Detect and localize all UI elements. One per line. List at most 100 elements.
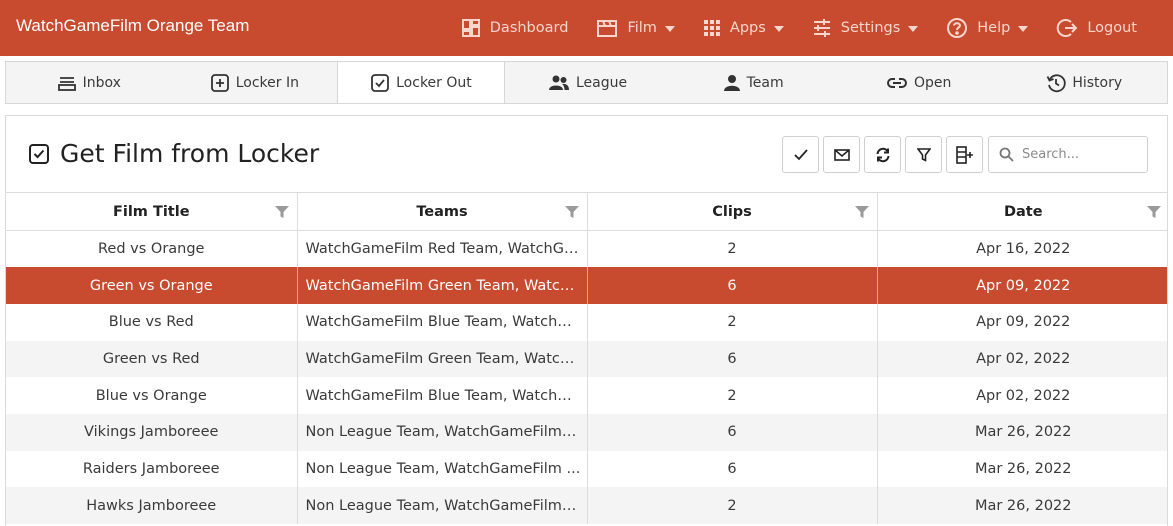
sliders-icon	[813, 19, 830, 37]
column-filter-icon[interactable]	[1147, 205, 1161, 219]
column-header-date[interactable]: Date	[877, 192, 1167, 231]
card-header: Get Film from Locker	[6, 116, 1167, 193]
table-row[interactable]: Red vs Orange WatchGameFilm Red Team, Wa…	[6, 230, 1167, 268]
nav-settings-label: Settings	[840, 20, 901, 36]
cell-date: Mar 26, 2022	[877, 487, 1167, 524]
cell-teams: Non League Team, WatchGameFilm R...	[297, 487, 588, 524]
table-row[interactable]: Raiders Jamboreee Non League Team, Watch…	[6, 450, 1167, 488]
table-row[interactable]: Blue vs Orange WatchGameFilm Blue Team, …	[6, 377, 1167, 414]
column-header-teams[interactable]: Teams	[297, 192, 588, 231]
column-filter-icon[interactable]	[564, 205, 579, 219]
logout-icon	[1057, 19, 1078, 37]
column-filter-icon[interactable]	[854, 205, 869, 219]
search-icon	[999, 147, 1014, 162]
table-row[interactable]: Vikings Jamboreee Non League Team, Watch…	[6, 413, 1167, 451]
check-square-icon	[29, 143, 49, 164]
filter-button[interactable]	[905, 136, 942, 173]
column-header-label: Clips	[712, 203, 752, 220]
filter-icon	[916, 147, 931, 162]
cell-film-title: Raiders Jamboreee	[6, 450, 298, 488]
tab-league-label: League	[575, 74, 628, 91]
app-title[interactable]: WatchGameFilm Orange Team	[16, 16, 249, 36]
tab-team[interactable]: Team	[670, 62, 836, 103]
locker-card: Get Film from Locker Search... Film Titl…	[5, 115, 1168, 526]
users-icon	[548, 75, 569, 90]
cell-film-title: Green vs Red	[6, 340, 298, 378]
tab-team-label: Team	[746, 74, 784, 91]
table-row[interactable]: Green vs Red WatchGameFilm Green Team, W…	[6, 340, 1167, 378]
chevron-down-icon	[664, 25, 675, 32]
cell-clips: 6	[587, 340, 878, 378]
cell-teams: WatchGameFilm Green Team, Watch...	[297, 340, 588, 378]
link-icon	[886, 77, 907, 88]
table-row[interactable]: Hawks Jamboreee Non League Team, WatchGa…	[6, 487, 1167, 524]
cell-clips: 6	[587, 413, 878, 451]
tab-locker-in-label: Locker In	[235, 74, 299, 91]
top-navbar: WatchGameFilm Orange Team Dashboard Film…	[0, 0, 1173, 56]
column-header-clips[interactable]: Clips	[587, 192, 878, 231]
refresh-button[interactable]	[864, 136, 901, 173]
page-title: Get Film from Locker	[28, 139, 319, 168]
tab-league[interactable]: League	[505, 62, 671, 103]
tab-inbox[interactable]: Inbox	[6, 62, 172, 103]
nav-dashboard-label: Dashboard	[489, 20, 569, 36]
toolbar	[782, 136, 1148, 173]
nav-logout[interactable]: Logout	[1042, 0, 1173, 56]
film-table: Film Title Teams Clips Date Red vs Orang…	[6, 192, 1167, 524]
cell-date: Mar 26, 2022	[877, 413, 1167, 451]
cell-date: Apr 02, 2022	[976, 387, 1071, 404]
column-header-label: Date	[1003, 203, 1043, 220]
cell-date: Apr 02, 2022	[877, 340, 1167, 378]
page-title-text: Get Film from Locker	[60, 139, 320, 168]
nav-help[interactable]: Help	[932, 0, 1042, 56]
table-row-selected[interactable]: Green vs Orange WatchGameFilm Green Team…	[6, 267, 1167, 304]
dashboard-icon	[461, 19, 480, 37]
check-square-icon	[371, 73, 390, 92]
cell-teams: WatchGameFilm Green Team, Watch...	[297, 267, 588, 304]
chevron-down-icon	[1018, 25, 1029, 32]
nav-settings[interactable]: Settings	[798, 0, 932, 56]
column-header-film-title[interactable]: Film Title	[6, 192, 298, 231]
email-button[interactable]	[823, 136, 860, 173]
cell-date: Apr 16, 2022	[976, 241, 1071, 258]
nav-apps[interactable]: Apps	[689, 0, 798, 56]
film-grid: Film Title Teams Clips Date Red vs Orang…	[6, 192, 1167, 524]
cell-date: Apr 09, 2022	[976, 314, 1071, 331]
tab-open[interactable]: Open	[836, 62, 1002, 103]
refresh-icon	[876, 147, 889, 162]
apps-grid-icon	[703, 20, 720, 36]
cell-clips: 2	[587, 230, 878, 268]
add-column-button[interactable]	[946, 136, 983, 173]
table-row[interactable]: Blue vs Red WatchGameFilm Blue Team, Wat…	[6, 303, 1167, 341]
tab-bar: Inbox Locker In Locker Out League Team O…	[5, 61, 1168, 104]
plus-square-icon	[210, 73, 229, 92]
cell-clips: 6	[587, 450, 878, 488]
tab-history-label: History	[1072, 74, 1123, 91]
nav-dashboard[interactable]: Dashboard	[447, 0, 583, 56]
cell-teams: WatchGameFilm Blue Team, WatchGa...	[297, 377, 588, 414]
cell-clips: 6	[587, 267, 878, 304]
column-filter-icon[interactable]	[274, 205, 289, 219]
nav-film[interactable]: Film	[582, 0, 688, 56]
tab-locker-out[interactable]: Locker Out	[337, 62, 505, 103]
check-button[interactable]	[782, 136, 819, 173]
tab-open-label: Open	[913, 74, 952, 91]
tab-history[interactable]: History	[1001, 62, 1167, 103]
inbox-icon	[57, 76, 76, 91]
search-input[interactable]	[1022, 147, 1132, 162]
tab-locker-in[interactable]: Locker In	[172, 62, 338, 103]
add-column-icon	[955, 145, 973, 164]
cell-clips: 2	[587, 303, 878, 341]
cell-film-title: Red vs Orange	[6, 230, 298, 268]
clapperboard-icon	[597, 20, 618, 37]
chevron-down-icon	[908, 25, 919, 32]
history-icon	[1047, 73, 1067, 92]
cell-film-title: Blue vs Red	[6, 303, 298, 341]
cell-film-title: Green vs Orange	[6, 267, 298, 304]
cell-clips: 2	[587, 487, 878, 524]
tab-inbox-label: Inbox	[82, 74, 121, 91]
cell-date: Mar 26, 2022	[974, 460, 1072, 477]
search-box[interactable]	[988, 136, 1148, 173]
nav-apps-label: Apps	[729, 20, 766, 36]
cell-teams: Non League Team, WatchGameFilm ...	[297, 450, 588, 488]
